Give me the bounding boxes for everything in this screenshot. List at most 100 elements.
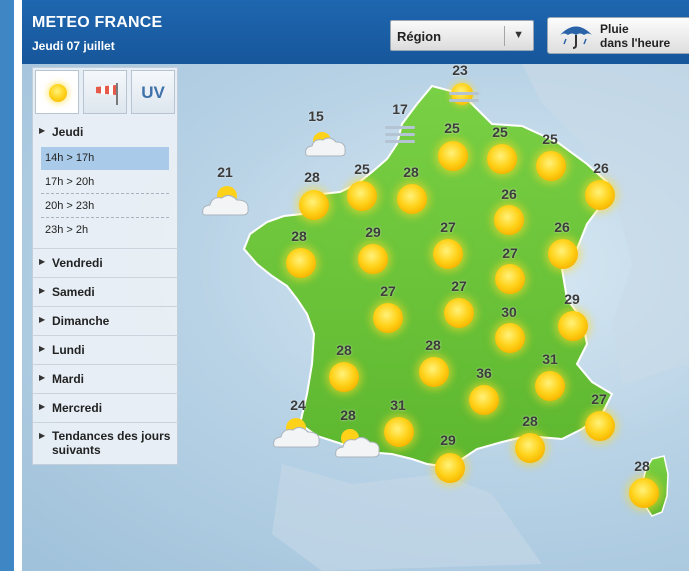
sun-icon[interactable]: [397, 184, 427, 214]
day-item-samedi[interactable]: ▶ Samedi: [33, 277, 179, 305]
sun-icon[interactable]: [329, 362, 359, 392]
temperature-label: 29: [440, 432, 456, 448]
temperature-label: 26: [501, 186, 517, 202]
sun-icon[interactable]: [299, 190, 329, 220]
time-panel: UV ▶ Jeudi 14h > 17h 17h > 20h 20h > 23h…: [32, 67, 179, 466]
temperature-label: 28: [340, 407, 356, 423]
rain-button-line2: dans l'heure: [600, 36, 671, 50]
left-border: [0, 0, 14, 571]
temperature-label: 27: [591, 391, 607, 407]
trend-item[interactable]: ▶ Tendances des jours suivants: [33, 422, 179, 466]
temperature-label: 28: [522, 413, 538, 429]
sun-icon[interactable]: [444, 298, 474, 328]
sun-icon[interactable]: [585, 180, 615, 210]
triangle-right-icon: ▶: [39, 402, 46, 411]
sun-icon[interactable]: [629, 478, 659, 508]
tab-sun[interactable]: [35, 70, 79, 114]
slot-label: 14h > 17h: [45, 152, 95, 164]
sun-icon[interactable]: [384, 417, 414, 447]
fog-icon[interactable]: [385, 122, 415, 147]
temperature-label: 15: [308, 108, 324, 124]
triangle-right-icon: ▶: [39, 344, 46, 353]
sun-cloud-icon[interactable]: [300, 129, 350, 159]
region-select[interactable]: Région ▼: [390, 20, 534, 51]
sun-icon[interactable]: [435, 453, 465, 483]
sun-icon[interactable]: [487, 144, 517, 174]
sun-icon[interactable]: [358, 244, 388, 274]
sun-cloud-icon[interactable]: [268, 416, 328, 450]
slot-label: 20h > 23h: [45, 200, 95, 212]
temperature-label: 23: [452, 64, 468, 78]
day-label: Samedi: [52, 285, 95, 299]
uv-label: UV: [141, 83, 165, 102]
slot-23-2[interactable]: 23h > 2h: [41, 219, 169, 242]
sun-icon[interactable]: [585, 411, 615, 441]
triangle-right-icon: ▶: [39, 126, 46, 135]
sun-icon[interactable]: [515, 433, 545, 463]
rain-next-hour-button[interactable]: Pluie dans l'heure: [547, 17, 689, 54]
temperature-label: 28: [304, 169, 320, 185]
temperature-label: 26: [593, 160, 609, 176]
sun-icon[interactable]: [535, 371, 565, 401]
temperature-label: 30: [501, 304, 517, 320]
temperature-label: 28: [336, 342, 352, 358]
day-item-mardi[interactable]: ▶ Mardi: [33, 364, 179, 392]
sun-cloud-icon[interactable]: [328, 426, 386, 460]
sun-icon[interactable]: [438, 141, 468, 171]
triangle-right-icon: ▶: [39, 373, 46, 382]
sun-icon[interactable]: [347, 181, 377, 211]
sun-icon[interactable]: [419, 357, 449, 387]
temperature-label: 25: [354, 161, 370, 177]
temperature-label: 25: [492, 124, 508, 140]
triangle-right-icon: ▶: [39, 431, 46, 440]
temperature-label: 21: [217, 164, 233, 180]
day-item-jeudi[interactable]: ▶ Jeudi: [33, 118, 179, 146]
forecast-tabs: UV: [33, 68, 179, 118]
sun-icon[interactable]: [536, 151, 566, 181]
day-item-lundi[interactable]: ▶ Lundi: [33, 335, 179, 363]
sun-icon[interactable]: [548, 239, 578, 269]
day-item-vendredi[interactable]: ▶ Vendredi: [33, 248, 179, 276]
temperature-label: 31: [390, 397, 406, 413]
day-label: Mardi: [52, 372, 85, 386]
chevron-down-icon: ▼: [513, 29, 524, 41]
sun-icon[interactable]: [469, 385, 499, 415]
sun-icon[interactable]: [558, 311, 588, 341]
temperature-label: 36: [476, 365, 492, 381]
sun-icon[interactable]: [494, 205, 524, 235]
day-label: Jeudi: [52, 125, 84, 139]
sun-icon[interactable]: [433, 239, 463, 269]
weather-widget: METEO FRANCE Jeudi 07 juillet Région ▼ P…: [0, 0, 689, 571]
region-select-label: Région: [397, 29, 442, 44]
rain-button-line1: Pluie: [600, 22, 629, 36]
sun-icon[interactable]: [495, 323, 525, 353]
triangle-right-icon: ▶: [39, 315, 46, 324]
triangle-right-icon: ▶: [39, 286, 46, 295]
day-item-dimanche[interactable]: ▶ Dimanche: [33, 306, 179, 334]
temperature-label: 28: [403, 164, 419, 180]
temperature-label: 27: [451, 278, 467, 294]
tab-uv[interactable]: UV: [131, 70, 175, 114]
slot-14-17[interactable]: 14h > 17h: [41, 147, 169, 170]
umbrella-icon: [560, 26, 592, 49]
temperature-label: 24: [290, 397, 306, 413]
temperature-label: 27: [502, 245, 518, 261]
slot-20-23[interactable]: 20h > 23h: [41, 195, 169, 218]
sun-icon[interactable]: [373, 303, 403, 333]
tab-wind[interactable]: [83, 70, 127, 114]
sun-icon: [49, 84, 67, 102]
day-item-mercredi[interactable]: ▶ Mercredi: [33, 393, 179, 421]
temperature-label: 26: [554, 219, 570, 235]
rain-button-label: Pluie dans l'heure: [600, 22, 670, 50]
temperature-label: 25: [444, 120, 460, 136]
temperature-label: 29: [564, 291, 580, 307]
day-label: Vendredi: [52, 256, 103, 270]
select-separator: [504, 26, 505, 46]
sun-icon[interactable]: [286, 248, 316, 278]
slot-17-20[interactable]: 17h > 20h: [41, 171, 169, 194]
sun-cloud-icon[interactable]: [197, 184, 255, 218]
windsock-icon: [96, 83, 118, 105]
temperature-label: 29: [365, 224, 381, 240]
current-date: Jeudi 07 juillet: [32, 39, 115, 53]
sun-icon[interactable]: [495, 264, 525, 294]
